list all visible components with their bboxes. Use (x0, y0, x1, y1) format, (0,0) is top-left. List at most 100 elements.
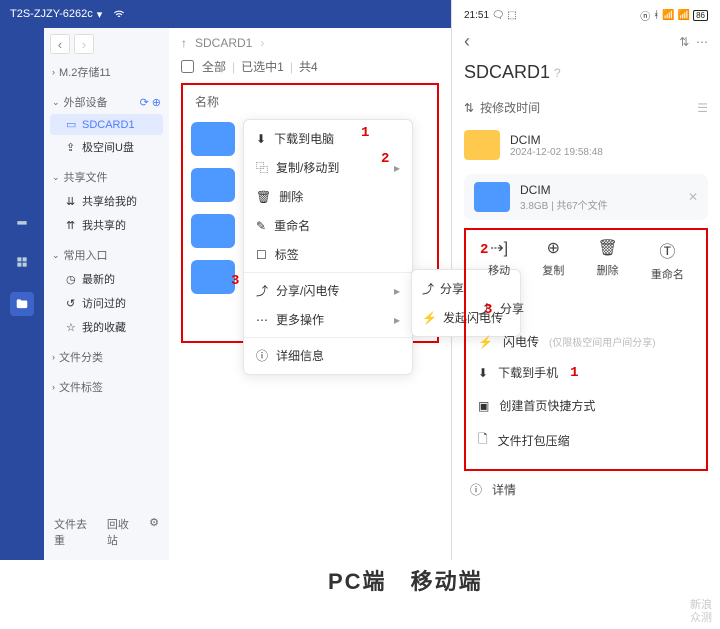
inbox-icon: ⇊ (66, 195, 78, 208)
selection-bar: 全部 | 已选中1 | 共4 (181, 58, 439, 75)
star-icon: ☆ (66, 321, 78, 334)
info-icon: ⓘ (470, 481, 482, 498)
bt-icon: ᚼ (653, 10, 659, 21)
select-all-label[interactable]: 全部 (202, 58, 226, 75)
card-file-name: DCIM (520, 183, 608, 197)
add-icon[interactable]: ⊕ (152, 96, 161, 109)
mobile-highlight-box: ⇢]移动 ⊕复制 🗑删除 Ⓣ重命名 2 ⤴分享 ⚡闪电传(仅限极空间用户间分享)… (464, 228, 708, 471)
nav-back-button[interactable]: ‹ (50, 34, 70, 54)
rename-icon: Ⓣ (659, 238, 675, 262)
battery-icon: 86 (693, 10, 708, 21)
file-date: 2024-12-02 19:58:48 (510, 147, 603, 158)
pc-panel: T2S-ZJZY-6262c ▾ ‹ › ›M.2存储11 (0, 0, 452, 560)
column-header-name[interactable]: 名称 (187, 89, 433, 118)
rail-files-icon[interactable] (10, 292, 34, 316)
annotation-3: 3 (484, 302, 492, 318)
dropdown-icon[interactable]: ▾ (97, 8, 103, 21)
sidebar-item-udisk[interactable]: ⇪极空间U盘 (50, 135, 163, 159)
download-icon: ⬇ (256, 132, 266, 146)
app-rail (0, 28, 44, 560)
sidebar-item-latest[interactable]: ◷最新的 (50, 267, 163, 291)
list-fast[interactable]: ⚡闪电传(仅限极空间用户间分享) (474, 325, 698, 358)
view-toggle-icon[interactable]: ☰ (697, 101, 708, 115)
more-icon[interactable]: ⋯ (696, 35, 708, 49)
action-delete[interactable]: 🗑删除 (597, 238, 619, 282)
wifi-icon: 📶 (678, 10, 690, 21)
footer-dedup[interactable]: 文件去重 (54, 516, 97, 548)
sidebar-common-header[interactable]: ⌄常用入口 (50, 243, 163, 267)
gear-icon[interactable]: ⚙ (149, 516, 159, 548)
list-details[interactable]: ⓘ详情 (464, 471, 708, 508)
sidebar-item-shared-to-me[interactable]: ⇊共享给我的 (50, 189, 163, 213)
sort-icon[interactable]: ⇅ (464, 101, 474, 115)
up-icon[interactable]: ↑ (181, 36, 187, 50)
menu-download[interactable]: ⬇下载到电脑 (244, 124, 412, 153)
sidebar-category-header[interactable]: ›文件分类 (50, 345, 163, 369)
page-title: SDCARD1? (464, 62, 708, 83)
sidebar-item-my-shared[interactable]: ⇈我共享的 (50, 213, 163, 237)
annotation-3: 3 (231, 273, 239, 289)
window-titlebar: T2S-ZJZY-6262c ▾ (0, 0, 451, 28)
sidebar-item-sdcard[interactable]: ▭SDCARD1 (50, 114, 163, 135)
folder-row[interactable] (191, 260, 235, 294)
refresh-icon[interactable]: ⟳ (140, 96, 149, 109)
sidebar-item-visited[interactable]: ↺访问过的 (50, 291, 163, 315)
sidebar-item-favorite[interactable]: ☆我的收藏 (50, 315, 163, 339)
nav-forward-button[interactable]: › (74, 34, 94, 54)
close-icon[interactable]: ✕ (688, 190, 698, 204)
footer-recycle[interactable]: 回收站 (107, 516, 139, 548)
trash-icon: 🗑 (597, 238, 617, 258)
share-icon: ⤴ (256, 282, 268, 299)
annotation-2: 2 (381, 151, 389, 167)
folder-icon (474, 182, 510, 212)
folder-row[interactable] (191, 168, 235, 202)
action-copy[interactable]: ⊕复制 (542, 238, 564, 282)
list-shortcut[interactable]: ▣创建首页快捷方式 (474, 389, 698, 422)
sidebar-tags-header[interactable]: ›文件标签 (50, 375, 163, 399)
file-row-dcim[interactable]: DCIM 2024-12-02 19:58:48 (464, 122, 708, 168)
nfc-icon: ⓝ (640, 8, 650, 23)
folder-icon (464, 130, 500, 160)
move-icon: ⇢] (490, 238, 508, 258)
sidebar-share-header[interactable]: ⌄共享文件 (50, 165, 163, 189)
annotation-2: 2 (480, 242, 488, 258)
action-move[interactable]: ⇢]移动 (488, 238, 510, 282)
mobile-panel: 21:51 🗨 ⬚ ⓝᚼ📶📶86 ‹ ⇅ ⋯ SDCARD1? ⇅ 按修改时间 … (452, 0, 720, 560)
clock-icon: ◷ (66, 273, 78, 286)
menu-delete[interactable]: 🗑删除 (244, 182, 412, 211)
rail-drive-icon[interactable] (10, 208, 34, 232)
label-pc: PC端 (328, 564, 387, 596)
action-rename[interactable]: Ⓣ重命名 (651, 238, 684, 282)
trash-icon: 🗑 (256, 190, 271, 204)
list-share[interactable]: ⤴分享 (474, 292, 698, 325)
sidebar-storage-header[interactable]: ›M.2存储11 (50, 60, 163, 84)
outbox-icon: ⇈ (66, 219, 78, 232)
menu-share-fast[interactable]: ⤴分享/闪电传▸ (244, 276, 412, 305)
menu-tag[interactable]: ☐标签 (244, 240, 412, 269)
history-icon: ↺ (66, 297, 78, 310)
back-button[interactable]: ‹ (464, 31, 470, 52)
sort-label[interactable]: 按修改时间 (480, 99, 540, 116)
help-icon[interactable]: ? (554, 66, 561, 80)
pc-highlight-box: 名称 ⬇下载到电脑 ⿻复制/移动到▸ 🗑删除 ✎重命名 ☐标签 ⤴分享/闪电传▸… (181, 83, 439, 343)
menu-details[interactable]: ⓘ详细信息 (244, 341, 412, 370)
annotation-1: 1 (361, 125, 369, 141)
select-all-checkbox[interactable] (181, 60, 194, 73)
list-download[interactable]: ⬇下载到手机1 (474, 356, 698, 389)
rail-apps-icon[interactable] (10, 250, 34, 274)
folder-row[interactable] (191, 214, 235, 248)
wifi-icon (112, 6, 126, 23)
menu-more[interactable]: ⋯更多操作▸ (244, 305, 412, 334)
fast-hint: (仅限极空间用户间分享) (549, 334, 656, 349)
list-pack[interactable]: 🗋文件打包压缩 (474, 422, 698, 459)
menu-rename[interactable]: ✎重命名 (244, 211, 412, 240)
status-time: 21:51 (464, 10, 489, 21)
bolt-icon: ⚡ (422, 311, 437, 325)
content-area: ↑ SDCARD1› 全部 | 已选中1 | 共4 名称 (169, 28, 451, 560)
status-bar: 21:51 🗨 ⬚ ⓝᚼ📶📶86 (464, 6, 708, 25)
crumb-sdcard[interactable]: SDCARD1 (195, 36, 252, 50)
sidebar-external-header[interactable]: ⌄外部设备⟳⊕ (50, 90, 163, 114)
transfer-icon[interactable]: ⇅ (679, 35, 689, 49)
folder-row[interactable] (191, 122, 235, 156)
selected-file-card: DCIM 3.8GB | 共67个文件 ✕ (464, 174, 708, 220)
